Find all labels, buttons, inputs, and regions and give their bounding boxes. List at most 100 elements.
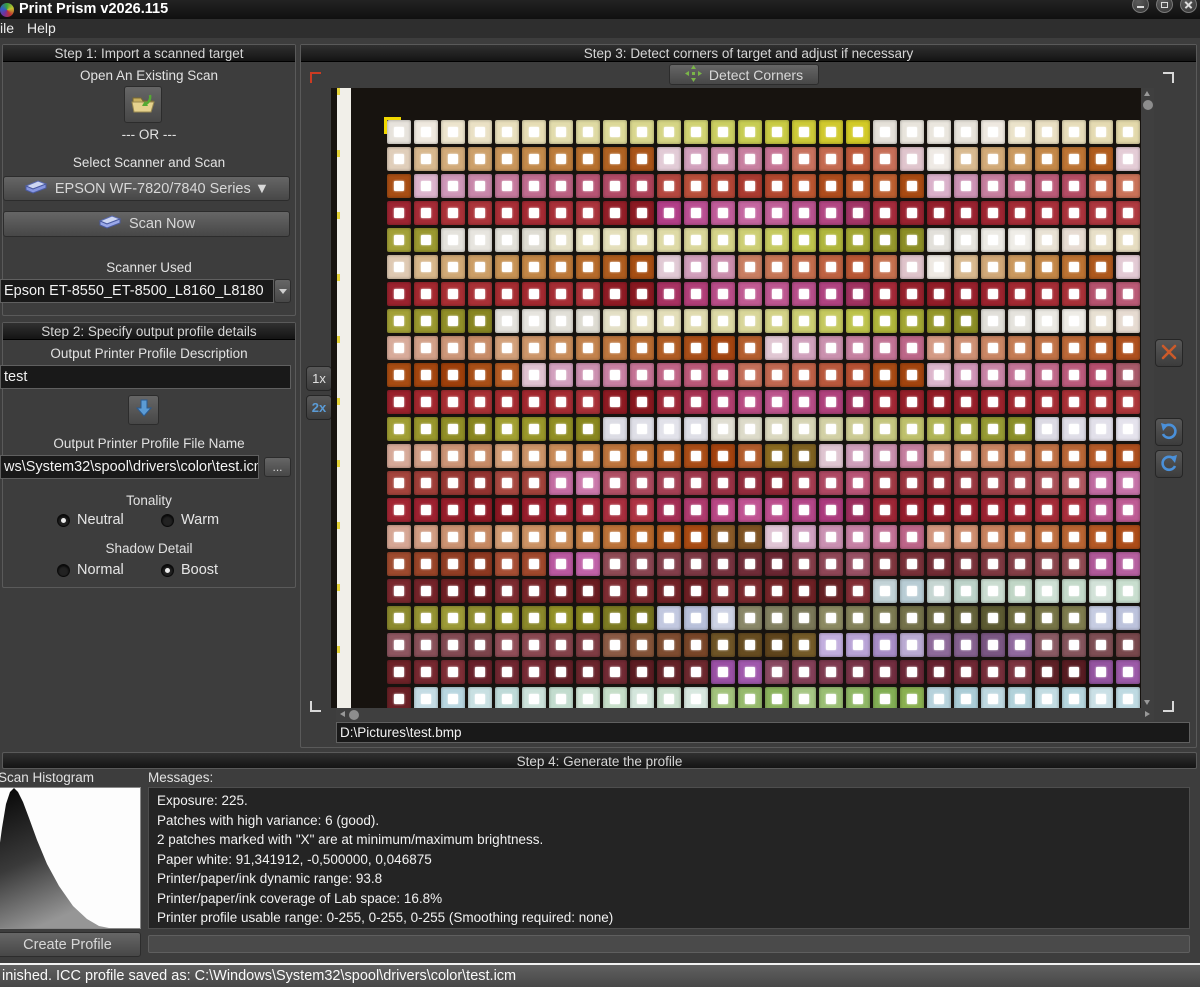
color-patch <box>981 606 1005 630</box>
color-patch <box>657 525 681 549</box>
color-patch <box>819 579 843 603</box>
horizontal-scrollbar[interactable] <box>336 708 1154 721</box>
step4-header: Step 4: Generate the profile <box>2 752 1197 769</box>
scroll-down-icon[interactable] <box>1144 700 1150 705</box>
scan-filename-input[interactable]: D:\Pictures\test.bmp <box>336 722 1190 743</box>
color-patch <box>900 120 924 144</box>
color-patch <box>1062 120 1086 144</box>
color-patch <box>468 120 492 144</box>
open-scan-button[interactable] <box>124 86 162 123</box>
color-patch <box>657 633 681 657</box>
detected-corner-marker-icon <box>384 117 401 134</box>
color-patch <box>441 363 465 387</box>
scanner-used-combobox[interactable]: Epson ET-8550_ET-8500_L8160_L8180 <box>0 279 274 303</box>
color-patch <box>603 552 627 576</box>
color-patch <box>873 309 897 333</box>
color-patch <box>1008 579 1032 603</box>
detect-corners-button[interactable]: Detect Corners <box>669 64 819 85</box>
color-patch <box>441 309 465 333</box>
color-patch <box>603 363 627 387</box>
copy-description-button[interactable] <box>128 395 159 425</box>
close-button[interactable] <box>1180 0 1197 13</box>
color-patch <box>468 525 492 549</box>
corner-handle-bottom-left[interactable] <box>310 701 321 712</box>
maximize-button[interactable] <box>1156 0 1173 13</box>
remove-target-button[interactable] <box>1155 339 1183 367</box>
color-patch <box>900 282 924 306</box>
rotate-cw-button[interactable] <box>1155 450 1183 478</box>
zoom-1x-button[interactable]: 1x <box>306 366 332 391</box>
color-patch <box>549 390 573 414</box>
scroll-right-icon[interactable] <box>1145 711 1150 717</box>
color-patch <box>765 336 789 360</box>
corner-handle-bottom-right[interactable] <box>1163 701 1174 712</box>
color-patch <box>1008 525 1032 549</box>
browse-button[interactable]: ... <box>264 457 291 477</box>
color-patch <box>819 417 843 441</box>
color-patch <box>495 174 519 198</box>
color-patch <box>765 120 789 144</box>
menu-file[interactable]: ile <box>0 20 14 36</box>
color-patch <box>1116 363 1140 387</box>
color-patch <box>1062 417 1086 441</box>
color-patch <box>1008 606 1032 630</box>
scroll-up-icon[interactable] <box>1144 91 1150 96</box>
color-patch <box>630 498 654 522</box>
color-patch <box>495 228 519 252</box>
color-patch <box>819 498 843 522</box>
color-patch <box>522 147 546 171</box>
color-patch <box>711 255 735 279</box>
scanner-used-dropdown-arrow[interactable] <box>274 279 291 303</box>
color-patch <box>900 174 924 198</box>
color-patch <box>927 120 951 144</box>
color-patch <box>711 120 735 144</box>
color-patch <box>414 687 438 708</box>
shadow-normal-radio[interactable]: Normal <box>57 562 124 578</box>
color-patch <box>954 444 978 468</box>
color-patch <box>387 309 411 333</box>
color-patch <box>927 471 951 495</box>
color-patch <box>468 255 492 279</box>
color-patch <box>522 525 546 549</box>
color-patch <box>522 336 546 360</box>
color-patch <box>1089 390 1113 414</box>
color-patch <box>495 633 519 657</box>
color-patch <box>522 417 546 441</box>
color-patch <box>630 201 654 225</box>
corner-handle-top-left[interactable] <box>310 72 321 83</box>
corner-handle-top-right[interactable] <box>1163 72 1174 83</box>
shadow-boost-label: Boost <box>181 562 218 578</box>
color-patch <box>1089 525 1113 549</box>
scanner-select-dropdown[interactable]: EPSON WF-7820/7840 Series ▼ <box>3 176 290 201</box>
color-patch <box>1035 147 1059 171</box>
color-patch <box>846 525 870 549</box>
vertical-scroll-thumb[interactable] <box>1143 100 1153 110</box>
color-patch <box>819 255 843 279</box>
horizontal-scroll-thumb[interactable] <box>349 710 359 720</box>
color-patch <box>468 363 492 387</box>
scan-now-button[interactable]: Scan Now <box>3 211 290 237</box>
zoom-2x-button[interactable]: 2x <box>306 395 332 420</box>
create-profile-button[interactable]: Create Profile <box>0 932 141 957</box>
tonality-warm-radio[interactable]: Warm <box>161 512 219 528</box>
vertical-scrollbar[interactable] <box>1141 88 1154 708</box>
profile-filename-input[interactable]: ws\System32\spool\drivers\color\test.icm <box>0 455 259 479</box>
color-patch <box>414 363 438 387</box>
menu-help[interactable]: Help <box>27 20 56 36</box>
color-patch <box>603 660 627 684</box>
rotate-ccw-button[interactable] <box>1155 418 1183 446</box>
color-patch <box>792 255 816 279</box>
shadow-boost-radio[interactable]: Boost <box>161 562 218 578</box>
color-patch <box>549 444 573 468</box>
minimize-button[interactable] <box>1132 0 1149 13</box>
color-patch <box>576 390 600 414</box>
color-patch <box>684 606 708 630</box>
color-patch <box>468 498 492 522</box>
scan-viewport[interactable] <box>331 88 1154 708</box>
color-patch <box>954 255 978 279</box>
color-patch <box>603 444 627 468</box>
color-patch <box>657 120 681 144</box>
tonality-neutral-radio[interactable]: Neutral <box>57 512 124 528</box>
profile-description-input[interactable]: test <box>0 365 291 389</box>
scroll-left-icon[interactable] <box>340 711 345 717</box>
